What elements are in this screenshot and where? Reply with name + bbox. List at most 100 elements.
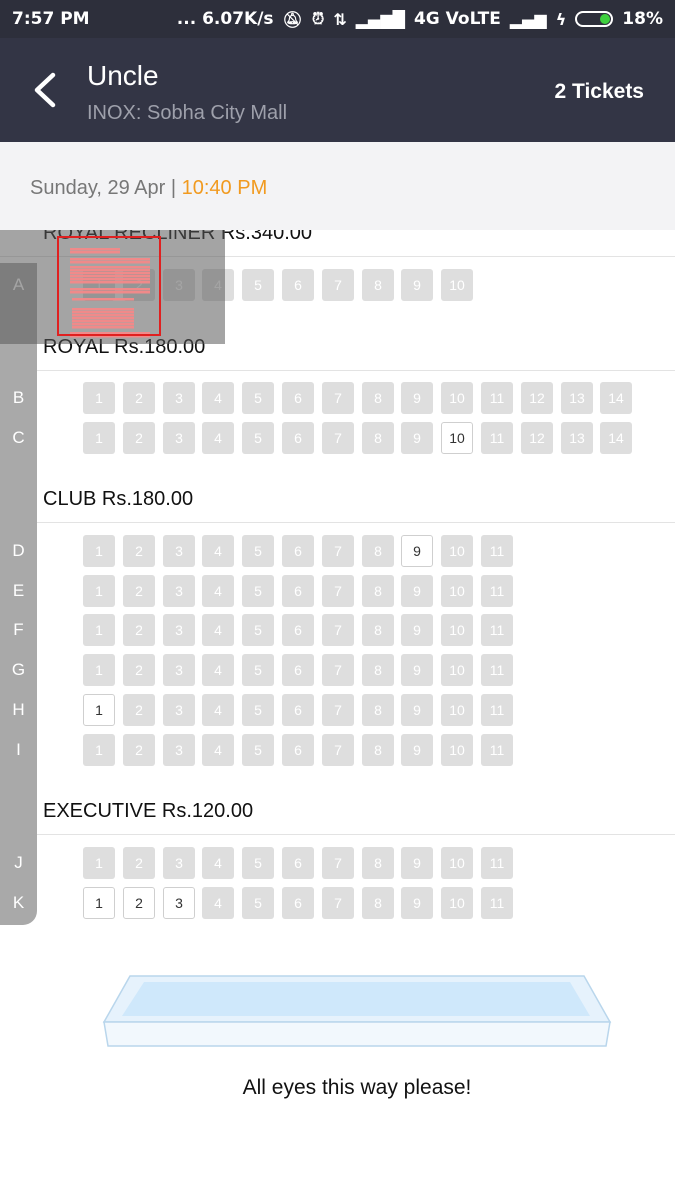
seat-booked: 4 — [202, 382, 234, 414]
seat-booked: 1 — [83, 847, 115, 879]
seat-booked: 6 — [282, 535, 314, 567]
row-label: H — [12, 700, 25, 719]
battery-percent: 18% — [622, 9, 663, 29]
seat-booked: 2 — [123, 614, 155, 646]
seat-booked: 4 — [202, 847, 234, 879]
seat-booked: 10 — [441, 654, 473, 686]
seat-booked: 7 — [322, 422, 354, 454]
seat-booked: 9 — [401, 614, 433, 646]
seat-booked: 5 — [242, 694, 274, 726]
seat-booked: 6 — [282, 654, 314, 686]
network-speed: ... 6.07K/s — [176, 9, 274, 29]
row-label: D — [12, 541, 25, 560]
row-label: G — [11, 660, 26, 679]
seat-booked: 5 — [242, 382, 274, 414]
seat-booked: 7 — [322, 847, 354, 879]
seat-booked: 6 — [282, 847, 314, 879]
row-label: K — [12, 893, 25, 912]
seat-booked: 8 — [362, 847, 394, 879]
seat-booked: 3 — [163, 734, 195, 766]
seat-booked: 1 — [83, 535, 115, 567]
section-divider — [0, 834, 675, 835]
seat-booked: 1 — [83, 382, 115, 414]
seat-booked: 9 — [401, 382, 433, 414]
seat-booked: 5 — [242, 847, 274, 879]
seat-booked: 3 — [163, 654, 195, 686]
seat-minimap[interactable] — [0, 230, 225, 344]
signal-icon: ▂▄▆ — [509, 9, 547, 29]
seat-booked: 2 — [123, 575, 155, 607]
show-time[interactable]: 10:40 PM — [182, 177, 268, 199]
section-title: CLUB Rs.180.00 — [43, 488, 194, 510]
seat-booked: 7 — [322, 382, 354, 414]
seat-booked: 2 — [123, 422, 155, 454]
seat-booked: 11 — [481, 422, 513, 454]
seat-booked: 7 — [322, 535, 354, 567]
seat-booked: 10 — [441, 694, 473, 726]
seat-booked: 8 — [362, 654, 394, 686]
seat-booked: 11 — [481, 654, 513, 686]
seat-booked: 10 — [441, 734, 473, 766]
seat-available[interactable]: 1 — [83, 694, 115, 726]
seat-available[interactable]: 10 — [441, 422, 473, 454]
seat-booked: 8 — [362, 694, 394, 726]
seat-booked: 4 — [202, 614, 234, 646]
seat-available[interactable]: 9 — [401, 535, 433, 567]
seat-available[interactable]: 1 — [83, 887, 115, 919]
seat-booked: 3 — [163, 535, 195, 567]
alarm-icon: ⏰︎ — [311, 9, 325, 28]
seat-booked: 11 — [481, 847, 513, 879]
seat-booked: 9 — [401, 734, 433, 766]
seat-booked: 4 — [202, 654, 234, 686]
date-separator: | — [170, 177, 177, 199]
seat-booked: 6 — [282, 734, 314, 766]
seat-booked: 11 — [481, 535, 513, 567]
seat-layout[interactable]: ROYAL RECLINER Rs.340.0012345678910ROYAL… — [0, 230, 675, 1200]
seat-booked: 2 — [123, 734, 155, 766]
row-label: B — [12, 388, 25, 407]
seat-booked: 6 — [282, 614, 314, 646]
mute-icon: 🔕︎ — [282, 9, 303, 29]
screen-caption: All eyes this way please! — [242, 1076, 472, 1099]
seat-booked: 10 — [441, 887, 473, 919]
seat-booked: 9 — [401, 887, 433, 919]
seat-booked: 2 — [123, 654, 155, 686]
seat-booked: 5 — [242, 654, 274, 686]
status-bar: 7:57 PM ... 6.07K/s 🔕︎ ⏰︎ ⇅ ▂▄▆█ 4G VoLT… — [0, 0, 675, 38]
seat-booked: 5 — [242, 269, 274, 301]
seat-booked: 11 — [481, 614, 513, 646]
seat-booked: 8 — [362, 269, 394, 301]
back-button[interactable] — [22, 66, 66, 114]
seat-booked: 8 — [362, 614, 394, 646]
charging-icon: ϟ — [555, 9, 567, 29]
seat-booked: 13 — [561, 422, 593, 454]
seat-booked: 1 — [83, 654, 115, 686]
status-icons: ... 6.07K/s 🔕︎ ⏰︎ ⇅ ▂▄▆█ 4G VoLTE ▂▄▆ ϟ … — [177, 9, 663, 29]
seat-available[interactable]: 2 — [123, 887, 155, 919]
seat-booked: 3 — [163, 382, 195, 414]
seat-booked: 10 — [441, 535, 473, 567]
seat-booked: 12 — [521, 382, 553, 414]
minimap-viewport-frame[interactable] — [57, 236, 161, 336]
seat-booked: 3 — [163, 614, 195, 646]
seat-booked: 10 — [441, 575, 473, 607]
data-arrows-icon: ⇅ — [333, 9, 347, 29]
seat-booked: 4 — [202, 887, 234, 919]
seat-booked: 1 — [83, 575, 115, 607]
seat-booked: 7 — [322, 575, 354, 607]
seat-booked: 3 — [163, 694, 195, 726]
seat-booked: 1 — [83, 422, 115, 454]
seat-booked: 7 — [322, 614, 354, 646]
seat-booked: 6 — [282, 422, 314, 454]
ticket-count-button[interactable]: 2 Tickets — [554, 80, 644, 104]
section-title: EXECUTIVE Rs.120.00 — [43, 800, 254, 822]
seat-booked: 4 — [202, 535, 234, 567]
seat-booked: 10 — [441, 382, 473, 414]
seat-booked: 8 — [362, 382, 394, 414]
seat-booked: 1 — [83, 614, 115, 646]
seat-booked: 12 — [521, 422, 553, 454]
seat-available[interactable]: 3 — [163, 887, 195, 919]
seat-booked: 9 — [401, 654, 433, 686]
seat-booked: 8 — [362, 887, 394, 919]
seat-booked: 11 — [481, 575, 513, 607]
